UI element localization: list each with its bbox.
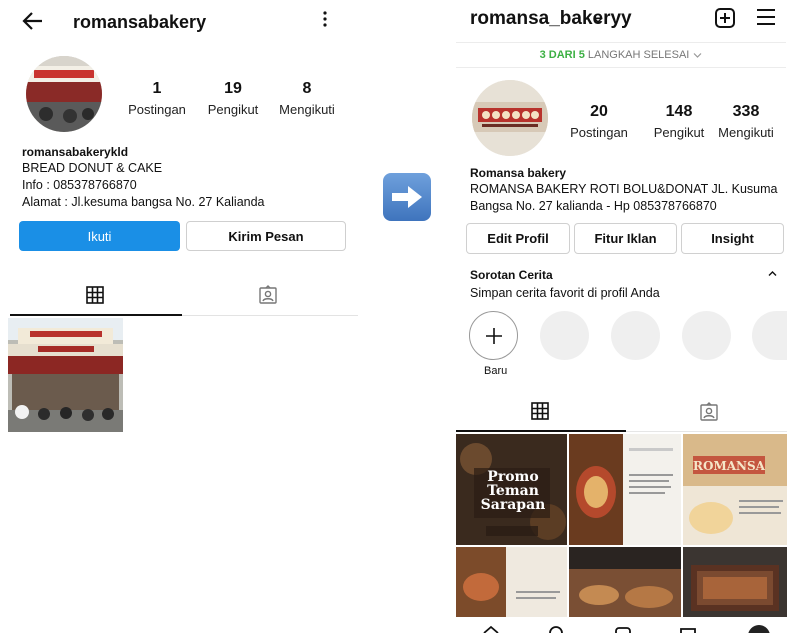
insights-button[interactable]: Insight [681,223,784,254]
chevron-down-icon[interactable] [593,12,603,27]
bio-line: Alamat : Jl.kesuma bangsa No. 27 Kaliand… [22,195,265,209]
new-highlight-button[interactable] [469,311,518,360]
plus-icon [485,327,502,344]
posts-stat[interactable]: 1 Postingan [124,80,190,117]
edit-profile-button[interactable]: Edit Profil [466,223,570,254]
highlights-subtitle: Simpan cerita favorit di profil Anda [470,286,660,300]
promo-text: Promo Teman Sarapan [478,470,548,512]
posts-label: Postingan [570,125,628,140]
followers-label: Pengikut [653,125,705,140]
followers-count: 19 [224,80,242,97]
posts-stat[interactable]: 20 Postingan [568,103,630,140]
grid-icon[interactable] [86,286,104,309]
followers-stat[interactable]: 148 Pengikut [646,103,712,140]
following-stat[interactable]: 8 Mengikuti [276,80,338,117]
new-post-icon[interactable] [715,8,735,28]
message-button[interactable]: Kirim Pesan [186,221,346,251]
active-tab-indicator [456,430,626,432]
bottom-nav [456,618,787,633]
tagged-icon[interactable] [258,285,278,310]
profile-username: romansabakery [73,12,207,32]
new-highlight-label: Baru [484,365,508,377]
following-count: 338 [732,103,760,120]
highlights-title: Sorotan Cerita [470,268,553,282]
display-name: Romansa bakery [470,166,567,180]
follow-button[interactable]: Ikuti [19,221,180,251]
highlight-placeholder [682,311,731,360]
post-thumbnail[interactable] [569,547,681,617]
bio-line: ROMANSA BAKERY ROTI BOLU&DONAT JL. Kusum… [470,182,778,196]
own-profile-username[interactable]: romansa_bakeryy [470,8,632,30]
highlight-placeholder [540,311,589,360]
followers-label: Pengikut [207,102,259,117]
left-profile-screenshot: romansabakery 1 Postingan 19 Pengikut 8 … [0,0,360,633]
more-vertical-icon[interactable] [322,10,328,34]
right-arrow-icon [383,173,431,221]
followers-count: 148 [665,103,693,120]
post-thumbnail[interactable]: Promo Teman Sarapan [456,434,567,545]
ad-tools-button[interactable]: Fitur Iklan [574,223,677,254]
chevron-up-icon[interactable] [768,268,777,280]
active-tab-indicator [10,314,182,316]
posts-count: 1 [152,80,162,97]
following-label: Mengikuti [718,125,774,140]
grid-icon[interactable] [531,402,549,425]
back-arrow-icon[interactable] [22,10,44,37]
post-thumbnail[interactable] [456,547,567,617]
avatar[interactable] [26,56,102,132]
posts-label: Postingan [128,102,186,117]
bio-line: BREAD DONUT & CAKE [22,161,163,175]
steps-text: LANGKAH SELESAI [587,49,690,61]
post-thumbnail[interactable] [569,434,681,545]
bio-line: Bangsa No. 27 kalianda - Hp 085378766870 [470,199,717,213]
post-thumbnail[interactable]: ROMANSA [683,434,787,545]
menu-icon[interactable] [757,9,775,30]
following-stat[interactable]: 338 Mengikuti [718,103,774,140]
highlight-placeholder [752,311,787,360]
highlight-placeholder [611,311,660,360]
promo-line: Promo [487,469,539,485]
tagged-icon[interactable] [699,402,719,427]
posts-count: 20 [590,103,608,120]
display-name: romansabakerykld [22,145,129,159]
following-count: 8 [302,80,312,97]
bio-line: Info : 085378766870 [22,178,137,192]
following-label: Mengikuti [279,102,335,117]
post-thumbnail[interactable] [8,318,123,432]
steps-done: 3 DARI 5 [539,49,585,61]
promo-line: Sarapan [480,497,546,513]
followers-stat[interactable]: 19 Pengikut [202,80,264,117]
post-thumbnail[interactable] [683,547,787,617]
shop-sign-text: ROMANSA [693,459,766,473]
chevron-down-icon [693,52,702,58]
setup-steps-banner[interactable]: 3 DARI 5 LANGKAH SELESAI [456,42,786,68]
promo-line: Teman [487,483,539,499]
avatar[interactable] [472,80,548,156]
